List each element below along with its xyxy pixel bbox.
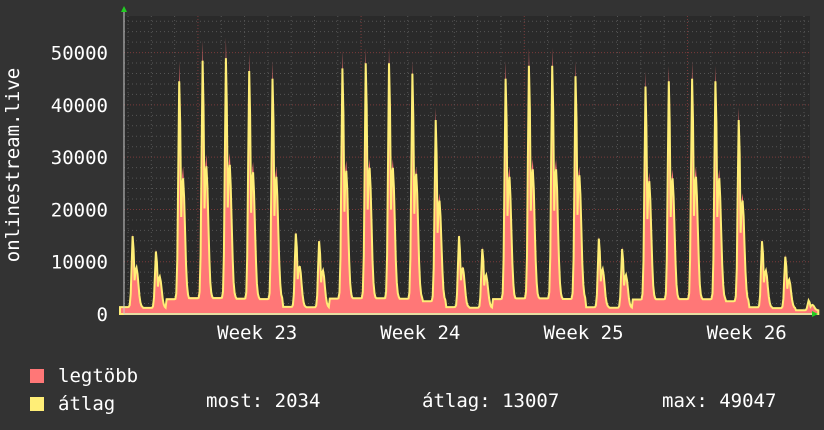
stat-average: átlag: 13007 bbox=[422, 390, 560, 412]
y-tick-labels: 0 10000 20000 30000 40000 50000 bbox=[51, 43, 108, 326]
x-tick-label: Week 25 bbox=[543, 322, 623, 344]
x-tick-label: Week 23 bbox=[217, 322, 297, 344]
y-axis-arrow bbox=[121, 6, 127, 12]
legend-swatch-max bbox=[30, 369, 44, 383]
y-axis-label: onlinestream.live bbox=[2, 68, 24, 262]
legend-swatch-avg bbox=[30, 397, 44, 411]
y-tick-label: 30000 bbox=[51, 147, 108, 169]
legend-label-avg: átlag bbox=[58, 393, 116, 415]
y-tick-label: 40000 bbox=[51, 95, 108, 117]
stat-maximum: max: 49047 bbox=[662, 390, 777, 412]
x-tick-labels: Week 23 Week 24 Week 25 Week 26 bbox=[217, 322, 787, 344]
y-tick-label: 0 bbox=[97, 304, 108, 326]
legend-label-max: legtöbb bbox=[58, 365, 139, 387]
legend-item-max: legtöbb bbox=[30, 362, 138, 390]
legend-item-avg: átlag bbox=[30, 390, 138, 418]
y-tick-label: 10000 bbox=[51, 252, 108, 274]
y-tick-label: 50000 bbox=[51, 43, 108, 65]
x-tick-label: Week 24 bbox=[380, 322, 460, 344]
x-tick-label: Week 26 bbox=[707, 322, 787, 344]
y-tick-label: 20000 bbox=[51, 199, 108, 221]
legend: legtöbb átlag bbox=[30, 362, 138, 418]
stat-current: most: 2034 bbox=[206, 390, 321, 412]
